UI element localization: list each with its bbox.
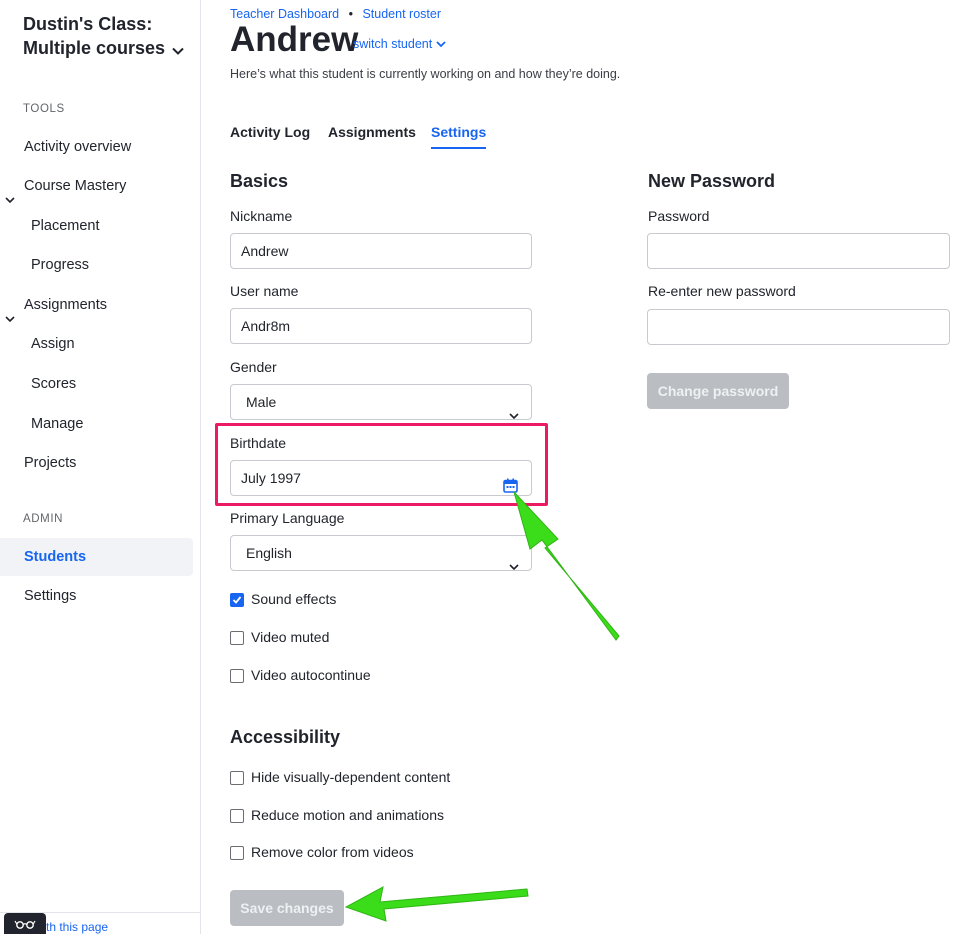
sidebar-item-label: Course Mastery: [24, 178, 127, 194]
checkbox-label: Video muted: [251, 629, 330, 645]
breadcrumb-teacher-dashboard[interactable]: Teacher Dashboard: [230, 7, 339, 21]
gender-select[interactable]: Male: [230, 384, 532, 420]
checkbox-unchecked-icon: [230, 846, 244, 860]
sidebar-item-activity-overview[interactable]: Activity overview: [0, 128, 193, 166]
sidebar-item-progress[interactable]: Progress: [0, 246, 193, 284]
checkbox-label: Reduce motion and animations: [251, 807, 445, 823]
reenter-password-label: Re-enter new password: [648, 283, 796, 299]
basics-heading: Basics: [230, 171, 289, 191]
sidebar-item-label: Activity overview: [24, 139, 132, 155]
sidebar-item-label: Placement: [31, 218, 100, 234]
username-label: User name: [230, 283, 299, 299]
chevron-down-icon: [172, 37, 184, 61]
sidebar-item-label: Assignments: [24, 297, 108, 313]
checkbox-checked-icon: [230, 593, 244, 607]
chevron-down-icon: [436, 37, 446, 51]
checkbox-label: Video autocontinue: [251, 667, 371, 683]
password-field[interactable]: [647, 233, 950, 269]
new-password-heading: New Password: [648, 171, 776, 191]
tab-activity-log[interactable]: Activity Log: [230, 124, 310, 147]
sidebar-item-label: Progress: [31, 257, 90, 273]
sidebar-item-label: Scores: [31, 376, 77, 392]
checkbox-label: Sound effects: [251, 591, 337, 607]
save-changes-button[interactable]: Save changes: [230, 890, 344, 926]
checkbox-label: Hide visually-dependent content: [251, 769, 451, 785]
sidebar: Dustin's Class: Multiple courses TOOLS A…: [0, 0, 201, 934]
checkbox-unchecked-icon: [230, 809, 244, 823]
checkbox-unchecked-icon: [230, 631, 244, 645]
primary-language-label: Primary Language: [230, 510, 345, 526]
sidebar-item-settings[interactable]: Settings: [0, 577, 193, 615]
checkbox-label: Remove color from videos: [251, 844, 414, 860]
breadcrumb: Teacher Dashboard • Student roster: [230, 7, 441, 21]
page-title: Andrew: [230, 20, 359, 59]
sidebar-item-label: Assign: [31, 336, 75, 352]
reenter-password-field[interactable]: [647, 309, 950, 345]
sidebar-item-students[interactable]: Students: [0, 538, 193, 576]
sidebar-item-label: Students: [24, 549, 87, 565]
sidebar-item-manage[interactable]: Manage: [0, 405, 193, 443]
switch-student-label: switch student: [353, 37, 433, 51]
accessibility-heading: Accessibility: [230, 727, 341, 747]
sidebar-item-assign[interactable]: Assign: [0, 325, 193, 363]
language-select-value: English: [246, 545, 292, 561]
chevron-down-icon: [509, 549, 519, 583]
footer-link[interactable]: th this page: [46, 920, 108, 934]
change-password-button[interactable]: Change password: [647, 373, 789, 409]
gender-select-value: Male: [246, 394, 277, 410]
tab-assignments[interactable]: Assignments: [328, 124, 416, 147]
class-title: Dustin's Class: Multiple courses: [23, 14, 166, 58]
tab-settings[interactable]: Settings: [431, 124, 487, 149]
sidebar-item-label: Settings: [24, 588, 77, 604]
sidebar-footer: th this page: [0, 912, 201, 934]
switch-student-button[interactable]: switch student: [353, 37, 446, 51]
sidebar-item-projects[interactable]: Projects: [0, 444, 193, 482]
tools-section-label: TOOLS: [23, 103, 65, 115]
breadcrumb-separator: •: [348, 7, 353, 21]
page-subtitle: Here’s what this student is currently wo…: [230, 67, 621, 81]
checkbox-unchecked-icon: [230, 771, 244, 785]
nickname-label: Nickname: [230, 208, 293, 224]
sidebar-item-placement[interactable]: Placement: [0, 207, 193, 245]
nickname-field[interactable]: Andrew: [230, 233, 532, 269]
class-selector[interactable]: Dustin's Class: Multiple courses: [23, 12, 193, 61]
sidebar-item-label: Manage: [31, 416, 84, 432]
sidebar-item-scores[interactable]: Scores: [0, 365, 193, 403]
glasses-icon[interactable]: [4, 913, 46, 934]
sidebar-item-assignments[interactable]: Assignments: [0, 286, 193, 324]
birthdate-highlight-box: [215, 423, 548, 506]
breadcrumb-student-roster[interactable]: Student roster: [362, 7, 441, 21]
gender-label: Gender: [230, 359, 277, 375]
sidebar-item-label: Projects: [24, 455, 77, 471]
username-field[interactable]: Andr8m: [230, 308, 532, 344]
admin-section-label: ADMIN: [23, 513, 64, 525]
primary-language-select[interactable]: English: [230, 535, 532, 571]
arrow-to-save-button: [344, 886, 529, 922]
password-label: Password: [648, 208, 710, 224]
checkbox-unchecked-icon: [230, 669, 244, 683]
sidebar-item-course-mastery[interactable]: Course Mastery: [0, 167, 193, 205]
